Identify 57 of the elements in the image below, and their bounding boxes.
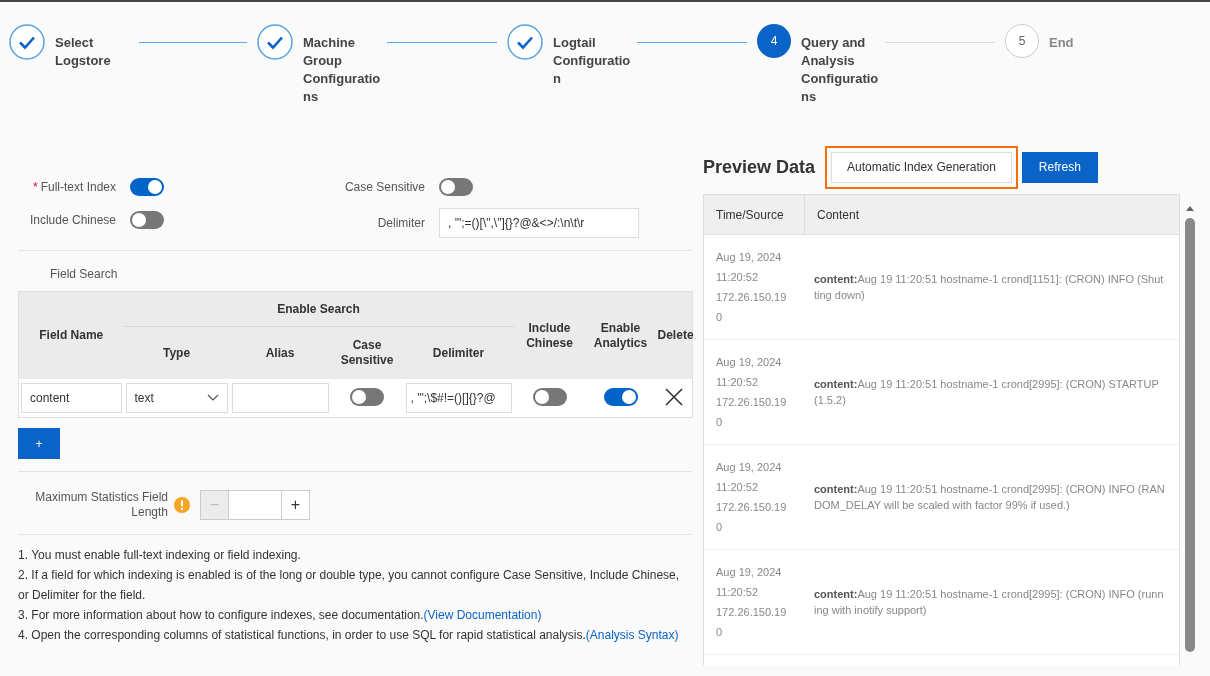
step-label: Query and Analysis Configurations <box>801 34 880 106</box>
field-label: Maximum Statistics Field Length <box>34 490 168 520</box>
number-stepper[interactable]: − + <box>200 490 310 520</box>
column-header: Alias <box>229 326 331 379</box>
note-text: 4. Open the corresponding columns of statistical functions, in order to use SQL for rapid statistical analysis.(Analysis Syntax) <box>18 627 680 644</box>
delimiter-input[interactable]: , '";=()[\",\"]{}?@&<>/:\n\t\r <box>439 208 639 238</box>
action-button[interactable]: Automatic Index Generation <box>831 151 1012 183</box>
documentation-link[interactable]: (View Documentation) <box>423 608 542 622</box>
add-button[interactable]: + <box>18 428 60 459</box>
step-label: Machine Group Configurations <box>303 34 382 106</box>
toggle-switch[interactable] <box>439 178 473 196</box>
step-label: Logtail Configuration <box>553 34 632 88</box>
warning-icon <box>174 497 190 513</box>
chevron-down-icon <box>206 394 219 402</box>
field-name-input[interactable]: content <box>21 383 122 413</box>
log-content-cell-text: content:Aug 19 11:20:51 hostname-1 crond[2995]: (CRON) STARTUP (1.5.2) <box>813 377 1160 408</box>
action-button[interactable]: Refresh <box>1021 151 1098 183</box>
time-source-cell-text: Aug 19, 2024 11:20:52 172.26.150.190 <box>715 355 788 430</box>
note-text: 2. If a field for which indexing is enabled is of the long or double type, you cannot configure Case Sensitive, Include Chinese, or Delimiter for the field. <box>18 567 681 604</box>
toggle-switch[interactable] <box>350 387 384 406</box>
note-text: 1. You must enable full-text indexing or field indexing. <box>18 547 302 564</box>
toggle-switch[interactable] <box>532 387 567 406</box>
column-header: Content <box>804 195 1180 234</box>
log-content-cell-text: content:Aug 19 11:20:51 hostname-1 crond[2995]: (CRON) INFO (running with inotify support) <box>813 587 1165 618</box>
column-header: Enable Search <box>123 291 514 327</box>
time-source-cell-text: Aug 19, 2024 11:20:52 172.26.150.190 <box>715 460 788 535</box>
toggle-switch[interactable] <box>130 178 164 196</box>
time-source-cell-text: Aug 19, 2024 11:20:52 172.26.150.190 <box>715 565 788 640</box>
column-header: Case Sensitive <box>330 326 404 379</box>
delimiter-input[interactable]: , '";\$#!=()[]{}?@ <box>405 383 512 413</box>
toggle-switch[interactable] <box>603 387 638 406</box>
log-content-cell-text: content:Aug 19 11:20:51 hostname-1 crond[1151]: (CRON) INFO (Shutting down) <box>813 272 1165 303</box>
field-label: Delimiter <box>376 216 425 230</box>
column-header: Enable Analytics <box>585 291 656 379</box>
step-label: End <box>1049 34 1075 52</box>
alias-input[interactable] <box>231 383 329 413</box>
note-text: 3. For more information about how to configure indexes, see documentation.(View Documentation) <box>18 607 543 624</box>
column-header: Include Chinese <box>513 291 586 379</box>
toggle-switch[interactable] <box>130 211 164 229</box>
field-label: Include Chinese <box>28 213 116 227</box>
time-source-cell-text: Aug 19, 2024 11:20:52 172.26.150.190 <box>715 250 788 325</box>
log-content-cell-text: content:Aug 19 11:20:51 hostname-1 crond[2995]: (CRON) INFO (RANDOM_DELAY will be scaled with factor 99% if used.) <box>813 482 1166 513</box>
field-label: Case Sensitive <box>343 180 425 194</box>
column-header: Time/Source <box>715 206 785 224</box>
step-number: 4 <box>757 24 791 58</box>
section-label: Field Search <box>49 266 119 283</box>
column-header: Field Name <box>18 291 124 379</box>
column-header: Type <box>123 326 230 379</box>
close-icon[interactable] <box>664 387 683 406</box>
field-label: * Full-text Index <box>31 180 116 194</box>
documentation-link[interactable]: (Analysis Syntax) <box>585 628 679 642</box>
step-number: 5 <box>1005 24 1039 58</box>
step-label: Select Logstore <box>55 34 112 70</box>
column-header: Delete <box>655 291 693 379</box>
section-title: Preview Data <box>703 156 816 178</box>
type-select[interactable]: text <box>125 383 228 413</box>
column-header: Delimiter <box>403 326 514 379</box>
